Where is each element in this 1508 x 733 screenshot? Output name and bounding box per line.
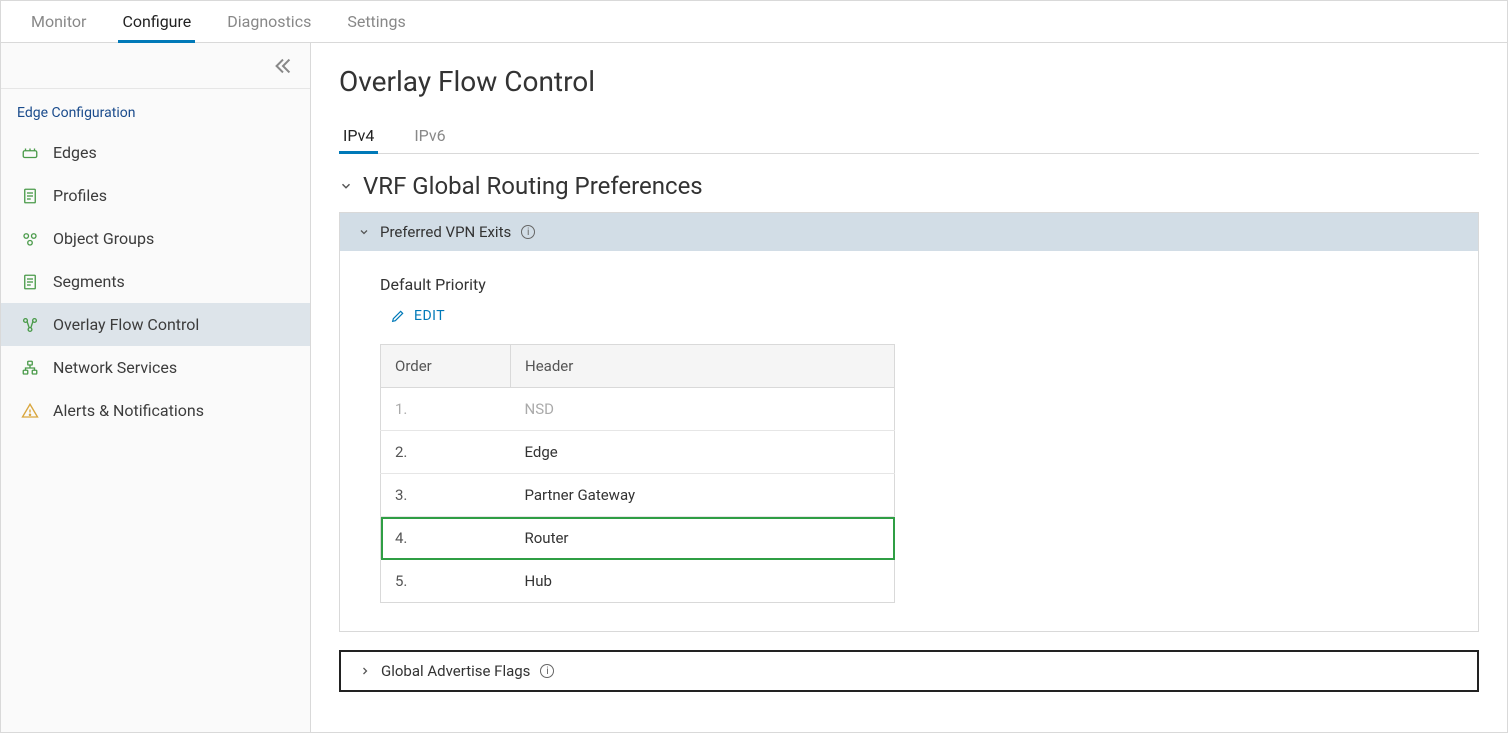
cell-header: Edge: [511, 431, 895, 474]
panel-header-label: Preferred VPN Exits: [380, 223, 511, 241]
sidebar-item-label: Segments: [53, 272, 125, 291]
segments-icon: [21, 273, 39, 291]
cell-header: Hub: [511, 560, 895, 603]
cell-order: 1.: [381, 388, 511, 431]
col-order: Order: [381, 345, 511, 388]
table-header-row: Order Header: [381, 345, 895, 388]
cell-order: 3.: [381, 474, 511, 517]
sub-tab-ipv4[interactable]: IPv4: [339, 118, 378, 153]
sidebar: Edge Configuration Edges Profiles Object…: [1, 43, 311, 732]
app-frame: Monitor Configure Diagnostics Settings E…: [0, 0, 1508, 733]
cell-order: 4.: [381, 517, 511, 560]
sidebar-item-label: Alerts & Notifications: [53, 401, 204, 420]
alert-icon: [21, 402, 39, 420]
panel-header-vpn-exits[interactable]: Preferred VPN Exits i: [340, 213, 1478, 251]
panel-header-label: Global Advertise Flags: [381, 662, 530, 680]
default-priority-title: Default Priority: [380, 275, 1438, 294]
panel-body-vpn-exits: Default Priority EDIT Order Header 1.NSD…: [340, 251, 1478, 631]
col-header: Header: [511, 345, 895, 388]
table-row[interactable]: 4.Router: [381, 517, 895, 560]
sidebar-item-alerts-notifications[interactable]: Alerts & Notifications: [1, 389, 310, 432]
section-header[interactable]: VRF Global Routing Preferences: [339, 172, 1479, 200]
panel-preferred-vpn-exits: Preferred VPN Exits i Default Priority E…: [339, 212, 1479, 632]
document-icon: [21, 187, 39, 205]
sidebar-item-overlay-flow-control[interactable]: Overlay Flow Control: [1, 303, 310, 346]
table-row[interactable]: 1.NSD: [381, 388, 895, 431]
edit-button-label: EDIT: [414, 308, 445, 324]
pencil-icon: [390, 308, 406, 324]
sidebar-item-label: Network Services: [53, 358, 177, 377]
sidebar-item-edges[interactable]: Edges: [1, 131, 310, 174]
chevron-down-icon: [358, 226, 370, 238]
tab-settings[interactable]: Settings: [329, 1, 423, 43]
sub-tab-ipv6[interactable]: IPv6: [410, 118, 449, 153]
body-layout: Edge Configuration Edges Profiles Object…: [1, 43, 1507, 732]
sidebar-item-profiles[interactable]: Profiles: [1, 174, 310, 217]
panel-global-advertise-flags: Global Advertise Flags i: [339, 650, 1479, 692]
router-icon: [21, 144, 39, 162]
network-services-icon: [21, 359, 39, 377]
sidebar-item-network-services[interactable]: Network Services: [1, 346, 310, 389]
section-title: VRF Global Routing Preferences: [363, 172, 703, 200]
top-tabs: Monitor Configure Diagnostics Settings: [1, 1, 1507, 43]
tab-monitor[interactable]: Monitor: [13, 1, 104, 43]
sidebar-item-label: Edges: [53, 143, 97, 162]
priority-table: Order Header 1.NSD2.Edge3.Partner Gatewa…: [380, 344, 895, 603]
cell-header: NSD: [511, 388, 895, 431]
sidebar-section-title: Edge Configuration: [1, 89, 310, 131]
sidebar-item-object-groups[interactable]: Object Groups: [1, 217, 310, 260]
edit-button[interactable]: EDIT: [390, 308, 445, 324]
table-row[interactable]: 3.Partner Gateway: [381, 474, 895, 517]
sidebar-collapse-button[interactable]: [1, 43, 310, 89]
sub-tabs: IPv4 IPv6: [339, 118, 1479, 154]
chevron-right-icon: [359, 665, 371, 677]
tab-configure[interactable]: Configure: [104, 1, 209, 43]
flow-control-icon: [21, 316, 39, 334]
info-icon[interactable]: i: [540, 664, 554, 678]
cell-header: Partner Gateway: [511, 474, 895, 517]
cell-order: 5.: [381, 560, 511, 603]
sidebar-item-segments[interactable]: Segments: [1, 260, 310, 303]
table-row[interactable]: 2.Edge: [381, 431, 895, 474]
sidebar-item-label: Overlay Flow Control: [53, 315, 199, 334]
table-row[interactable]: 5.Hub: [381, 560, 895, 603]
page-title: Overlay Flow Control: [339, 65, 1479, 98]
object-groups-icon: [21, 230, 39, 248]
cell-header: Router: [511, 517, 895, 560]
panel-header-advertise-flags[interactable]: Global Advertise Flags i: [341, 652, 1477, 690]
tab-diagnostics[interactable]: Diagnostics: [209, 1, 329, 43]
sidebar-item-label: Object Groups: [53, 229, 154, 248]
collapse-left-icon: [272, 55, 294, 77]
info-icon[interactable]: i: [521, 225, 535, 239]
main-content: Overlay Flow Control IPv4 IPv6 VRF Globa…: [311, 43, 1507, 732]
cell-order: 2.: [381, 431, 511, 474]
chevron-down-icon: [339, 179, 353, 193]
sidebar-item-label: Profiles: [53, 186, 107, 205]
